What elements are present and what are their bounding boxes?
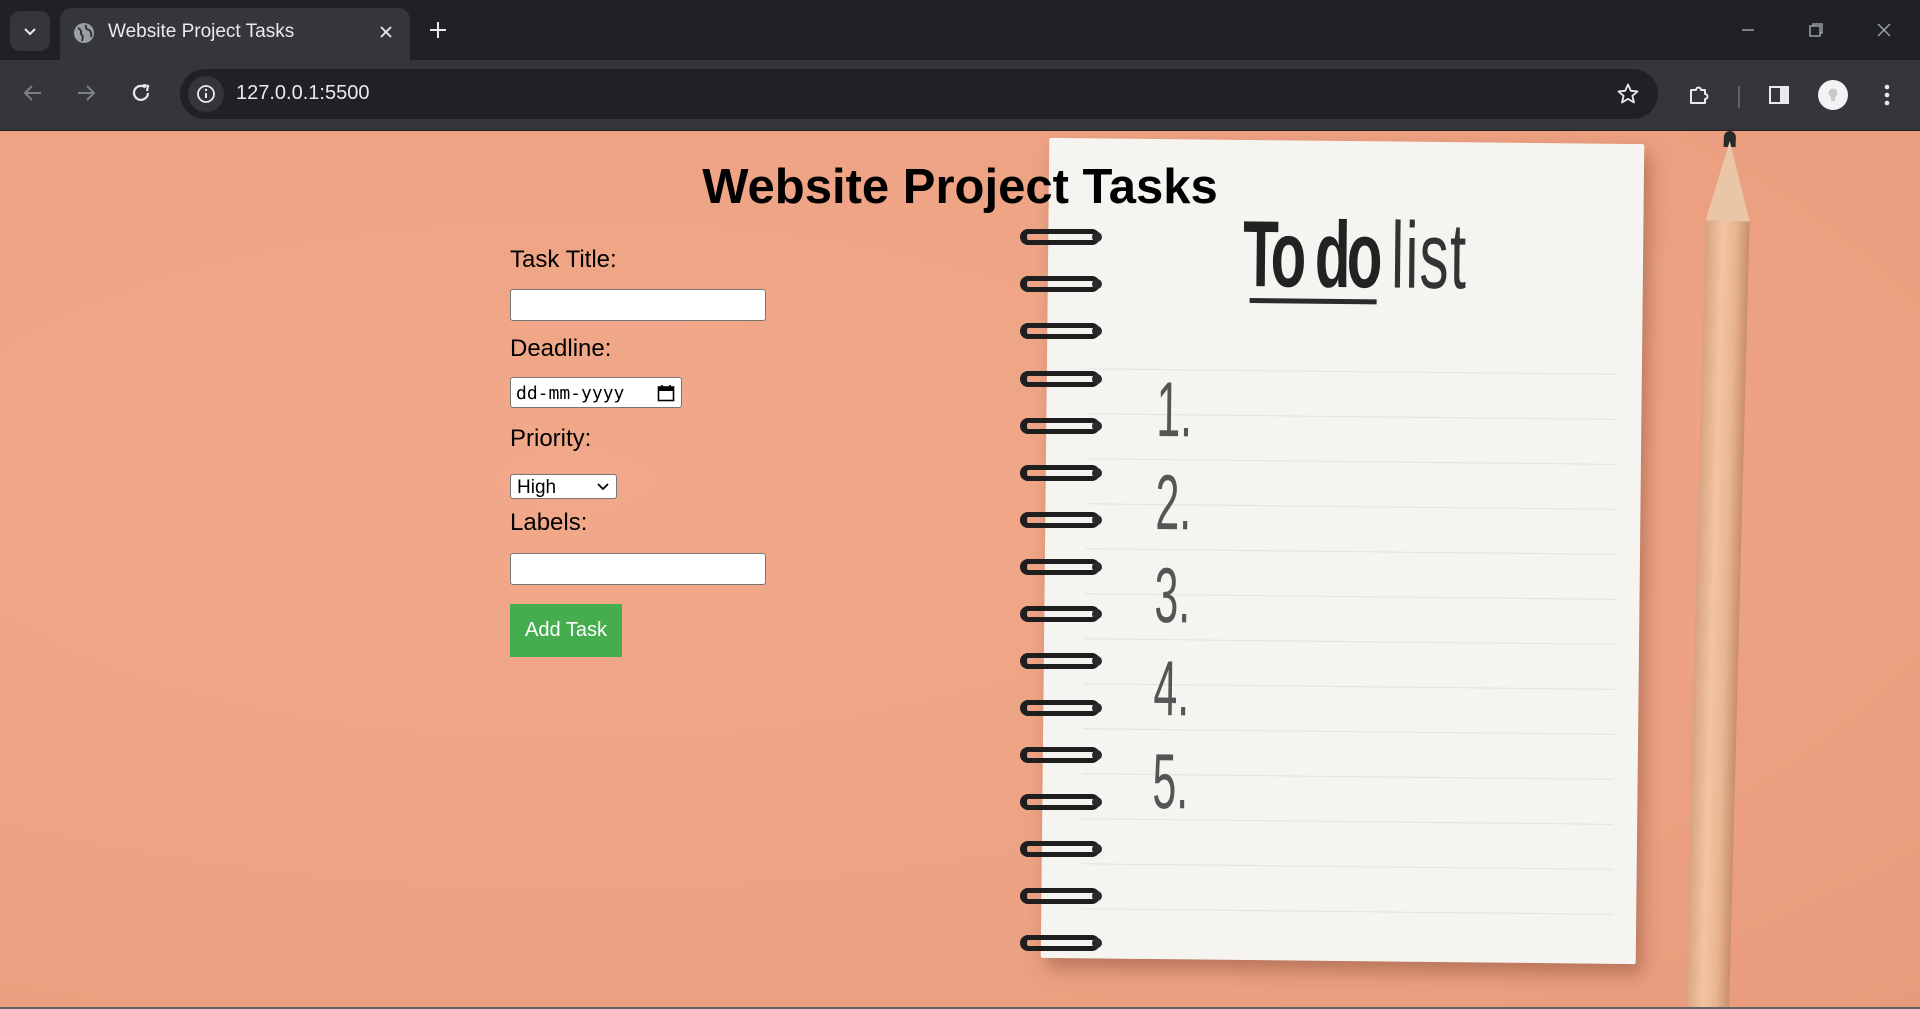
priority-select[interactable]: High	[510, 474, 617, 499]
calendar-icon[interactable]	[657, 384, 675, 407]
plus-icon	[430, 22, 446, 38]
tab-title: Website Project Tasks	[108, 21, 295, 42]
extensions-button[interactable]	[1679, 75, 1719, 115]
priority-selected-value: High	[517, 477, 557, 498]
minimize-button[interactable]	[1726, 10, 1770, 50]
new-tab-button[interactable]	[420, 12, 456, 48]
deadline-label: Deadline:	[510, 335, 612, 362]
arrow-left-icon	[23, 85, 41, 101]
restore-button[interactable]	[1794, 10, 1838, 50]
reload-button[interactable]	[121, 73, 161, 113]
page-viewport: To do list 1. 2. 3. 4. 5. Website Projec…	[0, 131, 1920, 1007]
side-panel-icon	[1769, 86, 1789, 104]
lightbulb-icon	[1828, 88, 1838, 101]
puzzle-icon	[1690, 86, 1709, 104]
url-text[interactable]: 127.0.0.1:5500	[236, 82, 369, 105]
bookmark-button[interactable]	[1612, 78, 1644, 110]
forward-button[interactable]	[66, 73, 106, 113]
task-title-label: Task Title:	[510, 246, 617, 273]
add-task-button[interactable]: Add Task	[510, 604, 622, 657]
notebook-number: 5.	[1152, 737, 1189, 826]
chevron-down-icon	[596, 479, 610, 498]
tab-search-button[interactable]	[10, 11, 50, 51]
restore-icon	[1809, 23, 1823, 37]
arrow-right-icon	[78, 85, 96, 101]
reload-icon	[132, 83, 150, 101]
deadline-placeholder: dd-mm-yyyy	[516, 383, 625, 404]
side-panel-button[interactable]	[1759, 75, 1799, 115]
notebook-number: 3.	[1154, 551, 1191, 640]
close-window-button[interactable]	[1862, 10, 1906, 50]
minimize-icon	[1742, 29, 1754, 31]
labels-input[interactable]	[510, 553, 766, 585]
info-icon	[197, 85, 215, 103]
close-icon	[1877, 23, 1891, 37]
priority-label: Priority:	[510, 425, 592, 452]
labels-label: Labels:	[510, 509, 588, 536]
page-title: Website Project Tasks	[702, 160, 1218, 214]
address-bar[interactable]: 127.0.0.1:5500	[180, 69, 1658, 119]
more-vertical-icon	[1884, 84, 1890, 106]
site-info-button[interactable]	[188, 76, 224, 112]
close-tab-icon[interactable]	[372, 18, 400, 46]
deadline-input[interactable]: dd-mm-yyyy	[510, 377, 682, 408]
browser-toolbar: 127.0.0.1:5500	[0, 60, 1920, 131]
star-icon	[1617, 83, 1639, 104]
notebook-number: 1.	[1156, 365, 1193, 454]
todo-notebook-image: To do list 1. 2. 3. 4. 5.	[1040, 137, 1645, 965]
menu-button[interactable]	[1867, 75, 1907, 115]
notebook-heading: To do list	[1242, 200, 1468, 309]
profile-avatar[interactable]	[1818, 80, 1848, 110]
toolbar-divider	[1738, 86, 1740, 108]
notebook-number: 4.	[1153, 644, 1190, 733]
pencil-image	[1684, 131, 1752, 1007]
browser-tab[interactable]: Website Project Tasks	[60, 8, 410, 60]
chevron-down-icon	[24, 28, 36, 36]
task-title-input[interactable]	[510, 289, 766, 321]
browser-titlebar: Website Project Tasks	[0, 0, 1920, 60]
back-button[interactable]	[13, 73, 53, 113]
globe-icon	[72, 21, 96, 50]
notebook-number: 2.	[1155, 458, 1192, 547]
